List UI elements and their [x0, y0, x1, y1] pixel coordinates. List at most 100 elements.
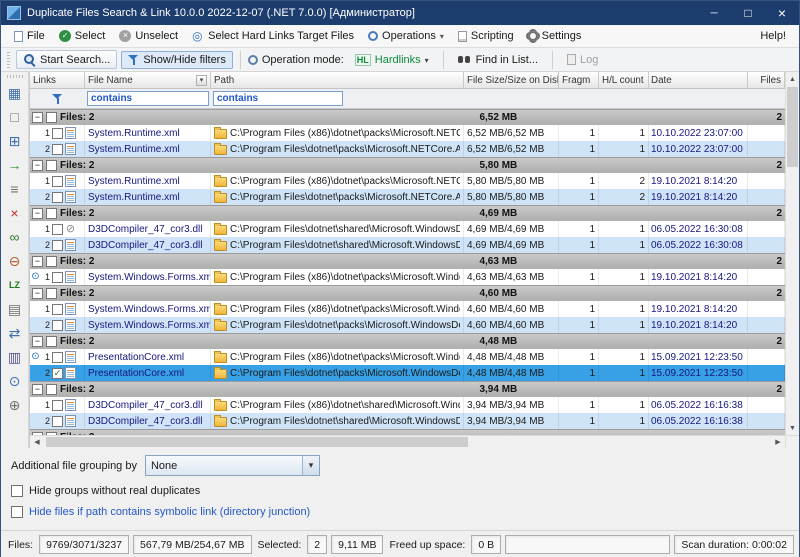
- group-header-row[interactable]: Files: 2 4,60 MB 2: [30, 285, 785, 301]
- vertical-scroll-track[interactable]: [786, 86, 799, 421]
- column-header-path[interactable]: Path: [211, 72, 464, 88]
- close-button[interactable]: [765, 1, 799, 25]
- file-row[interactable]: 1 System.Windows.Forms.xml C:\Program Fi…: [30, 301, 785, 317]
- group-checkbox[interactable]: [46, 384, 57, 395]
- group-header-row[interactable]: Files: 2 4,63 MB 2: [30, 253, 785, 269]
- column-header-fragm[interactable]: Fragm: [559, 72, 599, 88]
- scroll-right-icon[interactable]: [771, 436, 785, 448]
- file-checkbox[interactable]: [52, 240, 63, 251]
- group-checkbox[interactable]: [46, 336, 57, 347]
- scroll-down-icon[interactable]: [786, 421, 799, 435]
- file-checkbox[interactable]: [52, 320, 63, 331]
- group-header-row[interactable]: Files: 2 6,52 MB 2: [30, 109, 785, 125]
- file-checkbox[interactable]: [52, 128, 63, 139]
- rename-files-button[interactable]: ≡: [3, 177, 27, 201]
- menu-item-target[interactable]: Select Hard Links Target Files: [185, 27, 361, 45]
- file-checkbox[interactable]: [52, 144, 63, 155]
- file-checkbox[interactable]: [52, 368, 63, 379]
- vertical-scrollbar[interactable]: [785, 72, 799, 448]
- show-hide-filters-button[interactable]: Show/Hide filters: [121, 51, 233, 69]
- path-filter-input[interactable]: [213, 91, 343, 106]
- group-checkbox[interactable]: [46, 160, 57, 171]
- file-row[interactable]: 2 System.Runtime.xml C:\Program Files\do…: [30, 189, 785, 205]
- menu-item-scripting[interactable]: Scripting: [451, 27, 521, 45]
- archive-files-button[interactable]: ▤: [3, 297, 27, 321]
- group-checkbox[interactable]: [46, 112, 57, 123]
- copy-files-button[interactable]: ⊞: [3, 129, 27, 153]
- file-row[interactable]: 2 System.Runtime.xml C:\Program Files\do…: [30, 141, 785, 157]
- collapse-group-icon[interactable]: [32, 208, 43, 219]
- delete-files-button[interactable]: ×: [3, 201, 27, 225]
- column-header-files[interactable]: Files: [748, 72, 785, 88]
- menu-item-operations[interactable]: Operations: [361, 27, 451, 45]
- file-checkbox[interactable]: [52, 352, 63, 363]
- side-toolbar-grip[interactable]: [7, 75, 23, 78]
- file-row[interactable]: 2 D3DCompiler_47_cor3.dll C:\Program Fil…: [30, 413, 785, 429]
- report-button[interactable]: ▥: [3, 345, 27, 369]
- group-checkbox[interactable]: [46, 288, 57, 299]
- collapse-group-icon[interactable]: [32, 384, 43, 395]
- file-checkbox[interactable]: [52, 192, 63, 203]
- file-row[interactable]: 2 D3DCompiler_47_cor3.dll C:\Program Fil…: [30, 237, 785, 253]
- horizontal-scrollbar[interactable]: [30, 435, 785, 448]
- file-row[interactable]: ⊙ 1 System.Windows.Forms.xml C:\Program …: [30, 269, 785, 285]
- collapse-group-icon[interactable]: [32, 112, 43, 123]
- horizontal-scroll-thumb[interactable]: [46, 437, 468, 447]
- tool-settings-button[interactable]: ⊕: [3, 393, 27, 417]
- lz-compress-button[interactable]: LZ: [3, 273, 27, 297]
- maximize-button[interactable]: [731, 1, 765, 25]
- menu-item-select[interactable]: Select: [52, 27, 113, 45]
- menu-item-file[interactable]: File: [7, 27, 52, 45]
- collapse-group-icon[interactable]: [32, 288, 43, 299]
- file-row[interactable]: 1 System.Runtime.xml C:\Program Files (x…: [30, 173, 785, 189]
- hardlink-files-button[interactable]: ∞: [3, 225, 27, 249]
- unselect-all-button[interactable]: □: [3, 105, 27, 129]
- scroll-up-icon[interactable]: [786, 72, 799, 86]
- select-all-button[interactable]: ▦: [3, 81, 27, 105]
- group-checkbox[interactable]: [46, 256, 57, 267]
- file-row[interactable]: 2 System.Windows.Forms.xml C:\Program Fi…: [30, 317, 785, 333]
- file-checkbox[interactable]: [52, 176, 63, 187]
- remove-from-list-button[interactable]: ⊖: [3, 249, 27, 273]
- operation-mode-select[interactable]: HL Hardlinks: [348, 51, 436, 69]
- column-header-h-l-count[interactable]: H/L count: [599, 72, 649, 88]
- find-in-list-button[interactable]: Find in List...: [451, 51, 545, 69]
- file-name-filter-input[interactable]: [87, 91, 209, 106]
- collapse-group-icon[interactable]: [32, 160, 43, 171]
- minimize-button[interactable]: [697, 1, 731, 25]
- group-header-row[interactable]: Files: 2 4,48 MB 2: [30, 333, 785, 349]
- file-row[interactable]: 2 PresentationCore.xml C:\Program Files\…: [30, 365, 785, 381]
- collapse-group-icon[interactable]: [32, 336, 43, 347]
- group-header-row[interactable]: Files: 2 4,69 MB 2: [30, 205, 785, 221]
- hide-symlink-checkbox[interactable]: [11, 506, 23, 518]
- menu-item-unselect[interactable]: Unselect: [112, 27, 185, 45]
- grouping-select[interactable]: None: [145, 455, 320, 476]
- hardlink-target-tool-button[interactable]: ⊙: [3, 369, 27, 393]
- file-row[interactable]: 1 System.Runtime.xml C:\Program Files (x…: [30, 125, 785, 141]
- file-row[interactable]: 1 ⊘ D3DCompiler_47_cor3.dll C:\Program F…: [30, 221, 785, 237]
- menu-item-settings[interactable]: Settings: [521, 27, 589, 45]
- start-search-button[interactable]: Start Search...: [16, 50, 117, 69]
- move-files-button[interactable]: →: [3, 153, 27, 177]
- scroll-left-icon[interactable]: [30, 436, 44, 448]
- file-row[interactable]: ⊙ 1 PresentationCore.xml C:\Program File…: [30, 349, 785, 365]
- group-header-row[interactable]: Files: 2 5,80 MB 2: [30, 157, 785, 173]
- collapse-group-icon[interactable]: [32, 256, 43, 267]
- log-button[interactable]: Log: [560, 51, 605, 69]
- file-checkbox[interactable]: [52, 224, 63, 235]
- column-filter-arrow-icon[interactable]: [196, 75, 207, 86]
- horizontal-scroll-track[interactable]: [44, 436, 771, 448]
- symlink-files-button[interactable]: ⇄: [3, 321, 27, 345]
- file-row[interactable]: 1 D3DCompiler_47_cor3.dll C:\Program Fil…: [30, 397, 785, 413]
- file-checkbox[interactable]: [52, 272, 63, 283]
- file-checkbox[interactable]: [52, 304, 63, 315]
- hide-groups-checkbox[interactable]: [11, 485, 23, 497]
- group-header-row[interactable]: Files: 2 3,94 MB 2: [30, 381, 785, 397]
- column-header-file-name[interactable]: File Name: [85, 72, 211, 88]
- toolbar-grip[interactable]: [7, 52, 10, 68]
- vertical-scroll-thumb[interactable]: [787, 87, 798, 167]
- column-header-date[interactable]: Date: [649, 72, 748, 88]
- file-checkbox[interactable]: [52, 416, 63, 427]
- column-header-links[interactable]: Links: [30, 72, 85, 88]
- combo-arrow-icon[interactable]: [302, 456, 319, 475]
